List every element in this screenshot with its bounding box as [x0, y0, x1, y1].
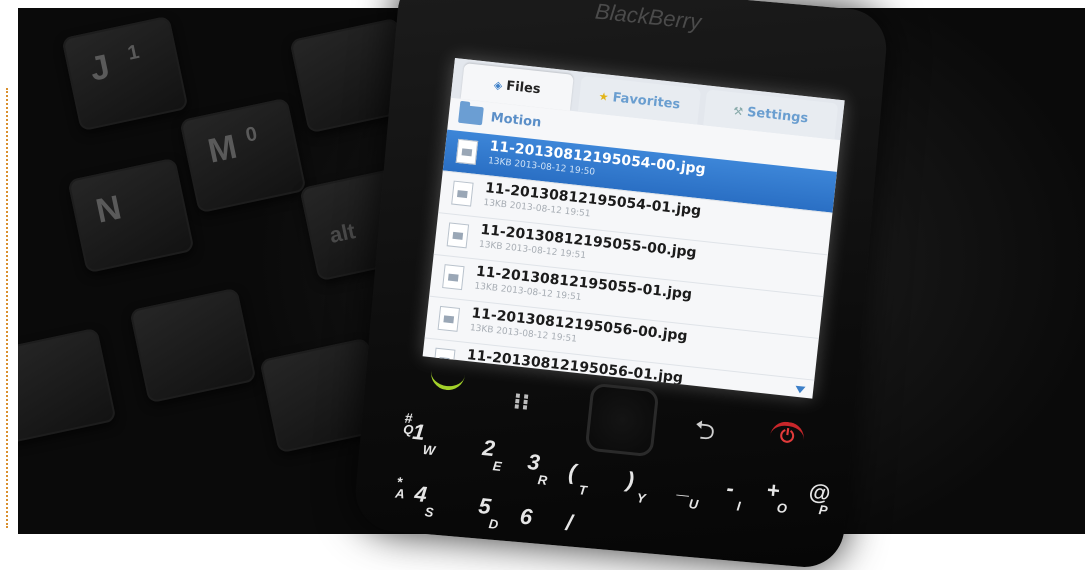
keyboard-key-n: N [67, 157, 195, 274]
tab-label: Files [505, 78, 542, 97]
phone-key-i[interactable]: - I [724, 475, 743, 513]
image-file-icon [446, 222, 470, 249]
phone-key-d[interactable]: 5 D [476, 493, 501, 532]
dotted-rule [6, 88, 8, 528]
image-file-icon [437, 305, 461, 332]
keyboard-key [18, 327, 117, 444]
phone-key-r[interactable]: 3 R [525, 449, 550, 488]
phone-key-letter: P [818, 502, 829, 518]
file-size: 13KB [473, 281, 499, 294]
phone-key-s[interactable]: 4 S [412, 481, 436, 520]
phone-key-letter: Y [636, 490, 647, 506]
phone-key-w[interactable]: 1 W [410, 419, 438, 458]
phone-key-letter: R [537, 472, 548, 489]
star-icon: ★ [598, 89, 610, 104]
phone-key-letter: D [488, 516, 499, 533]
wrench-icon: ⚒ [732, 103, 744, 118]
keyboard-key-label: N [92, 188, 125, 231]
file-tab-icon: ◈ [493, 77, 504, 92]
phone-key-u[interactable]: _ U [676, 473, 701, 512]
phone-key-letter: E [492, 458, 503, 474]
phone-key-letter: A [394, 485, 406, 502]
phone-key-letter: U [688, 496, 699, 513]
keyboard-key-alt-label: 1 [125, 40, 142, 65]
keyboard-key-alt-label: 0 [243, 122, 260, 147]
phone-key-e[interactable]: 2 E [480, 435, 504, 474]
keyboard-key-m: M 0 [179, 97, 307, 214]
image-file-icon [442, 264, 465, 291]
folder-name: Motion [490, 109, 543, 131]
keyboard-key-label: alt [327, 218, 358, 248]
keyboard-key-j: J 1 [61, 15, 189, 132]
phone-key-letter: Q [402, 421, 415, 438]
file-size: 13KB [487, 156, 512, 169]
file-size: 13KB [478, 239, 503, 253]
tab-label: Settings [746, 104, 809, 126]
keyboard-key-label: M [204, 127, 241, 171]
menu-button[interactable]: ⁝⁝ [512, 389, 531, 416]
phone-key-y[interactable]: ) Y [624, 467, 648, 506]
image-file-icon [455, 138, 479, 165]
phone-key-t[interactable]: ( T [566, 459, 590, 498]
file-list: 11-20130812195054-00.jpg 13KB 2013-08-12… [422, 129, 837, 399]
trackpad[interactable] [584, 382, 660, 458]
keyboard-key [129, 287, 257, 404]
folder-icon [458, 104, 484, 126]
file-size: 13KB [469, 323, 494, 336]
phone-screen: ◈ Files ★ Favorites ⚒ Settings Motion 11… [422, 58, 845, 399]
phone-key-letter: O [776, 500, 788, 517]
scroll-down-icon[interactable] [794, 385, 806, 394]
phone-key-letter: T [578, 482, 588, 498]
tab-label: Favorites [611, 89, 682, 113]
file-size: 13KB [482, 197, 508, 211]
phone-key-p[interactable]: @ P [806, 479, 831, 518]
keyboard-key-label: J [86, 47, 113, 89]
phone-key-o[interactable]: + O [764, 477, 790, 516]
phone-key-letter: S [424, 504, 435, 520]
image-file-icon [451, 180, 474, 207]
phone-key-letter: W [422, 441, 436, 459]
